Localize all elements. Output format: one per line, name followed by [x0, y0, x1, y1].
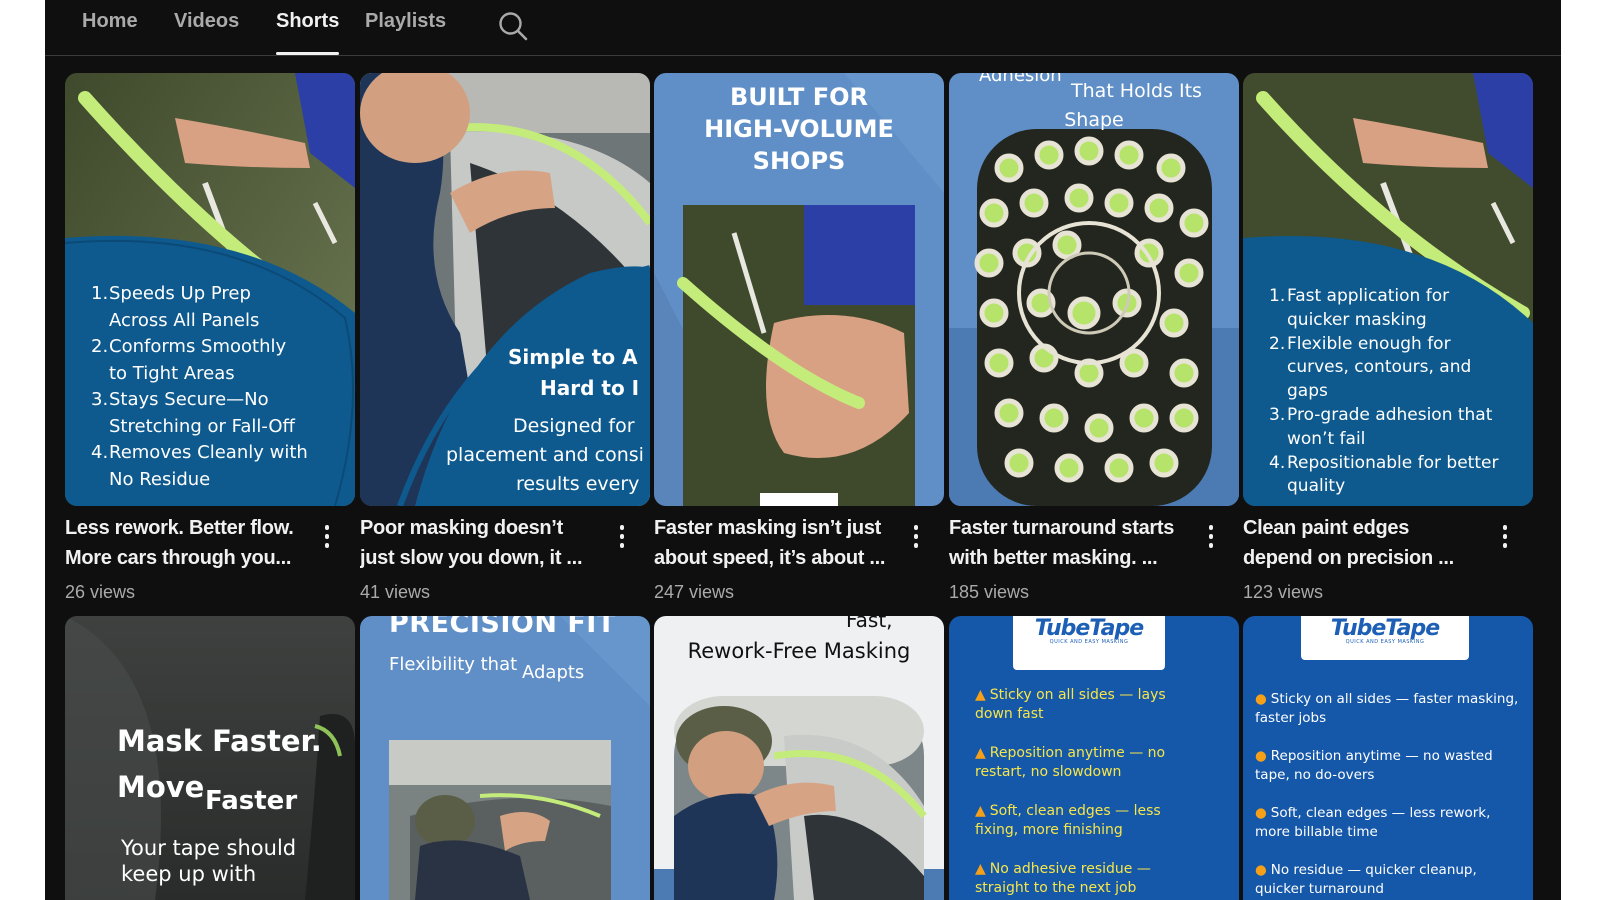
tab-home[interactable]: Home: [82, 10, 138, 33]
short-title[interactable]: Clean paint edges depend on precision ...: [1243, 513, 1493, 573]
more-options-icon[interactable]: [618, 525, 626, 551]
overlay-body: Designed for: [513, 415, 635, 437]
more-options-icon[interactable]: [1501, 525, 1509, 551]
overlay-headline: PRECISION FIT: [389, 616, 616, 639]
short-thumbnail[interactable]: TubeTape QUICK AND EASY MASKING ● Sticky …: [1243, 616, 1533, 900]
view-count: 123 views: [1243, 582, 1324, 602]
short-thumbnail[interactable]: PRECISION FIT Flexibility that Adapts: [360, 616, 650, 900]
view-count: 26 views: [65, 582, 136, 602]
bullet-item: ● Soft, clean edges — less rework, more bi…: [1255, 805, 1491, 840]
view-count: 247 views: [654, 582, 735, 602]
overlay-headline: Rework-Free Masking: [687, 639, 911, 663]
active-tab-indicator: [276, 52, 339, 55]
tab-videos[interactable]: Videos: [174, 10, 239, 33]
search-icon[interactable]: [497, 10, 529, 42]
short-thumbnail[interactable]: Simple to A Hard to I Designed for place…: [360, 73, 650, 506]
bullet-item: ▲ No adhesive residue — straight to the ne…: [975, 861, 1151, 896]
overlay-headline: Mask Faster.: [117, 724, 322, 758]
short-thumbnail[interactable]: Fast, Rework-Free Masking: [654, 616, 944, 900]
overlay-body: results every: [516, 473, 640, 495]
overlay-headline: Move: [117, 770, 205, 804]
short-thumbnail[interactable]: Mask Faster. Move Faster Your tape shoul…: [65, 616, 355, 900]
short-title[interactable]: Less rework. Better flow. More cars throu…: [65, 513, 315, 573]
tubetape-logo: TubeTape QUICK AND EASY MASKING: [1301, 616, 1469, 660]
bullet-item: ● Reposition anytime — no wasted tape, no …: [1255, 748, 1493, 783]
overlay-headline: Faster: [205, 786, 298, 816]
more-options-icon[interactable]: [912, 525, 920, 551]
view-count: 41 views: [360, 582, 431, 602]
short-thumbnail[interactable]: 1.Speeds Up Prep Across All Panels 2.Con…: [65, 73, 355, 506]
more-options-icon[interactable]: [1207, 525, 1215, 551]
bullet-item: ▲ Sticky on all sides — lays down fast: [975, 687, 1166, 722]
overlay-subtext: keep up with: [121, 862, 257, 886]
short-title[interactable]: Faster masking isn’t just about speed, it…: [654, 513, 904, 573]
bullet-item: ▲ Soft, clean edges — less fixing, more fi…: [975, 803, 1161, 838]
bullet-item: ● Sticky on all sides — faster masking, fa…: [1255, 691, 1519, 726]
short-thumbnail[interactable]: Adhesion That Holds Its Shape: [949, 73, 1239, 506]
overlay-headline: That Holds Its Shape: [1064, 80, 1202, 131]
short-title[interactable]: Poor masking doesn’t just slow you down, …: [360, 513, 610, 573]
short-title[interactable]: Faster turnaround starts with better mask…: [949, 513, 1199, 573]
overlay-list: 1.Speeds Up Prep Across All Panels 2.Con…: [91, 283, 308, 490]
bullet-item: ▲ Reposition anytime — no restart, no slow…: [975, 745, 1166, 780]
overlay-subtext: Adapts: [522, 662, 585, 683]
tubetape-logo: TubeTape QUICK AND EASY MASKING: [1013, 616, 1165, 670]
overlay-headline: BUILT FOR HIGH-VOLUME SHOPS: [704, 83, 894, 175]
tab-playlists[interactable]: Playlists: [365, 10, 446, 33]
short-thumbnail[interactable]: TubeTape QUICK AND EASY MASKING ▲ Sticky …: [949, 616, 1239, 900]
overlay-list: 1. Fast application for quicker masking 2…: [1269, 286, 1499, 497]
short-thumbnail[interactable]: BUILT FOR HIGH-VOLUME SHOPS: [654, 73, 944, 506]
overlay-body: placement and consi: [446, 444, 644, 466]
tab-shorts[interactable]: Shorts: [276, 10, 339, 33]
overlay-headline: Simple to A: [508, 345, 638, 369]
shorts-page: Home Videos Shorts Playlists 1.Speeds Up…: [45, 0, 1561, 900]
overlay-cut-text: Fast,: [846, 616, 893, 632]
overlay-headline: Hard to I: [540, 376, 640, 400]
channel-tabs: Home Videos Shorts Playlists: [45, 0, 1561, 56]
overlay-subtext: Flexibility that: [389, 654, 518, 675]
short-thumbnail[interactable]: 1. Fast application for quicker masking 2…: [1243, 73, 1533, 506]
view-count: 185 views: [949, 582, 1030, 602]
overlay-subtext: Your tape should: [121, 836, 297, 860]
more-options-icon[interactable]: [323, 525, 331, 551]
bullet-item: ● No residue — quicker cleanup, quicker tu…: [1255, 862, 1477, 897]
